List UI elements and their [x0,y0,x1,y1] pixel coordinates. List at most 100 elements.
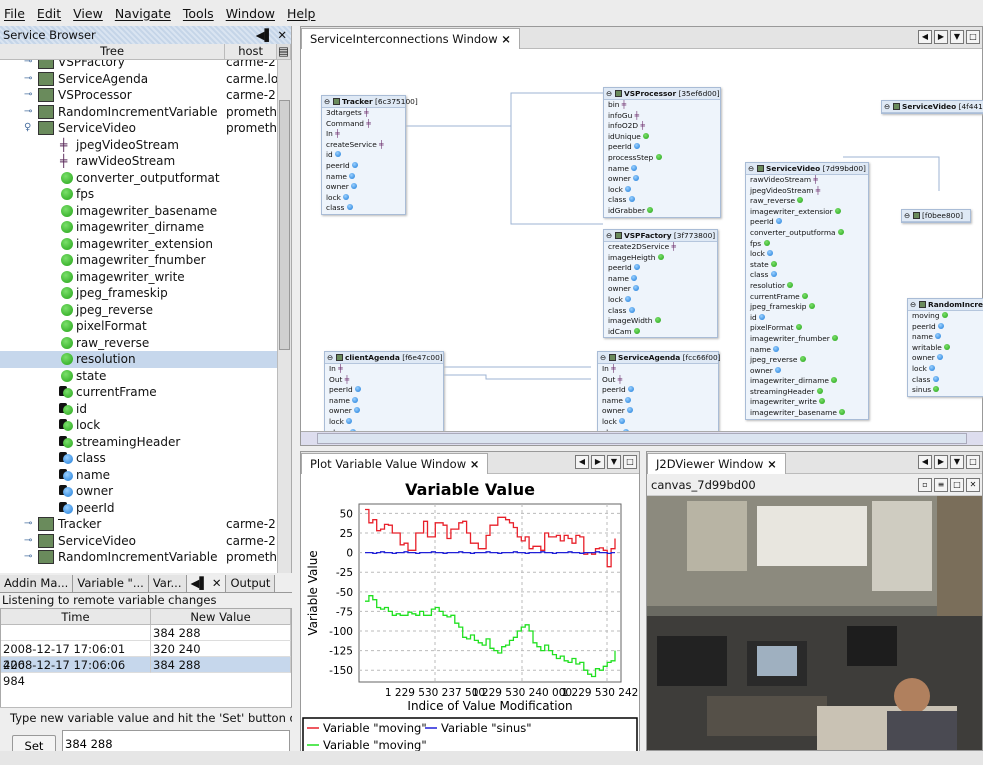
node-field[interactable]: id [746,313,868,324]
tree-row[interactable]: currentFrame [0,384,277,401]
node-field[interactable]: imageWidth [604,316,717,327]
maximize-icon[interactable]: □ [966,30,980,44]
tab-plot[interactable]: Plot Variable Value Window × [301,452,489,474]
expand-toggle-icon[interactable]: ⊸ [24,518,32,529]
node-field[interactable]: idUnique [604,132,720,143]
tab-close-icon[interactable]: × [767,457,777,471]
service-node[interactable]: ⊖ ServiceAgenda [fcc66f00] In ╪ Out ╪ peerId… [597,351,721,440]
tree-row[interactable]: imagewriter_basename [0,203,277,220]
node-field[interactable]: streamingHeader [746,387,868,398]
node-header[interactable]: ⊖ [f0bee800] [902,210,970,222]
menu-help[interactable]: Help [287,6,316,21]
tree-row[interactable]: ╪ rawVideoStream [0,153,277,170]
node-field[interactable]: owner [746,366,868,377]
node-field[interactable]: imageHeigth [604,253,717,264]
iconify-icon[interactable]: ▫ [918,478,932,492]
tree-row[interactable]: streamingHeader [0,434,277,451]
node-collapse-icon[interactable]: ⊖ [606,230,612,242]
node-field[interactable]: imagewriter_dirname [746,376,868,387]
tree-row[interactable]: ⊸ Tracker carme-2... [0,516,277,533]
node-field[interactable]: owner [598,406,718,417]
menu-tools[interactable]: Tools [183,6,214,21]
node-field[interactable]: createService ╪ [322,140,405,151]
node-field[interactable]: peerId [325,385,443,396]
tree-row[interactable]: ⊸ RandomIncrementVariable prometh... [0,104,277,121]
node-header[interactable]: ⊖ ServiceVideo [7d99bd00] [746,163,868,175]
node-field[interactable]: lock [604,185,720,196]
table-row[interactable]: 2008-12-17 17:06:01 426 320 240 [1,641,291,672]
tree-row[interactable]: raw_reverse [0,335,277,352]
node-collapse-icon[interactable]: ⊖ [606,88,612,100]
node-collapse-icon[interactable]: ⊖ [910,299,916,311]
node-field[interactable]: class [604,195,720,206]
tab-close-icon[interactable]: × [470,457,480,471]
tree-scrollbar[interactable] [277,60,291,573]
node-field[interactable]: class [908,375,983,386]
service-node[interactable]: ⊖ ServiceVideo [4f441a0 [881,100,983,114]
node-field[interactable]: In ╪ [322,129,405,140]
node-field[interactable]: peerId [908,322,983,333]
node-field[interactable]: In ╪ [325,364,443,375]
node-field[interactable]: peerId [604,263,717,274]
node-collapse-icon[interactable]: ⊖ [327,352,333,364]
node-field[interactable]: class [604,306,717,317]
node-field[interactable]: 3dtargets ╪ [322,108,405,119]
node-collapse-icon[interactable]: ⊖ [904,210,910,222]
node-field[interactable]: peerId [746,217,868,228]
menu-view[interactable]: View [73,6,103,21]
node-field[interactable]: currentFrame [746,292,868,303]
service-node[interactable]: ⊖ ServiceVideo [7d99bd00] rawVideoStream ╪… [745,162,869,420]
expand-toggle-icon[interactable]: ⊸ [24,89,32,100]
tree-row[interactable]: owner [0,483,277,500]
node-field[interactable]: converter_outputforma [746,228,868,239]
tab-close-icon[interactable]: × [501,32,511,46]
tree-row[interactable]: lock [0,417,277,434]
node-field[interactable]: imagewriter_fnumber [746,334,868,345]
expand-toggle-icon[interactable]: ⊸ [24,106,32,117]
service-node[interactable]: ⊖ VSPFactory [3f773800] create2DService ╪ i… [603,229,718,339]
node-field[interactable]: class [746,270,868,281]
node-collapse-icon[interactable]: ⊖ [748,163,754,175]
node-field[interactable]: name [598,396,718,407]
node-field[interactable]: rawVideoStream ╪ [746,175,868,186]
column-config-icon[interactable]: ▤ [277,44,291,59]
node-field[interactable]: Command ╪ [322,119,405,130]
node-field[interactable]: lock [908,364,983,375]
node-field[interactable]: id [322,150,405,161]
node-field[interactable]: jpegVideoStream ╪ [746,186,868,197]
tree-row[interactable]: ╪ jpegVideoStream [0,137,277,154]
node-field[interactable]: lock [604,295,717,306]
node-header[interactable]: ⊖ ServiceVideo [4f441a0 [882,101,983,113]
expand-toggle-icon[interactable]: ⊸ [24,73,32,84]
node-header[interactable]: ⊖ VSProcessor [35ef6d00] [604,88,720,100]
tab-controls-icon[interactable]: ◀▌ ✕ [186,575,227,592]
table-row[interactable]: 2008-12-17 17:06:06 984 384 288 [1,657,291,688]
tree-row[interactable]: imagewriter_fnumber [0,252,277,269]
node-field[interactable]: peerId [322,161,405,172]
node-collapse-icon[interactable]: ⊖ [324,96,330,108]
node-field[interactable]: idCam [604,327,717,338]
node-field[interactable]: lock [322,193,405,204]
node-field[interactable]: name [604,164,720,175]
node-field[interactable]: Out ╪ [598,375,718,386]
dropdown-icon[interactable]: ▼ [607,455,621,469]
hscroll-thumb[interactable] [317,433,967,444]
tree-row[interactable]: ⊸ VSPFactory carme-2... [0,60,277,71]
menu-edit[interactable]: Edit [37,6,61,21]
node-field[interactable]: imagewriter_write [746,397,868,408]
expand-toggle-icon[interactable]: ⊸ [24,535,32,546]
bottom-tab-3[interactable]: Output [226,575,276,592]
maximize-icon[interactable]: □ [950,478,964,492]
next-icon[interactable]: ▶ [934,30,948,44]
node-field[interactable]: owner [908,353,983,364]
node-field[interactable]: create2DService ╪ [604,242,717,253]
node-field[interactable]: owner [322,182,405,193]
prev-icon[interactable]: ◀ [575,455,589,469]
node-field[interactable]: infoO2D ╪ [604,121,720,132]
node-field[interactable]: writable [908,343,983,354]
prev-icon[interactable]: ◀ [918,30,932,44]
tree-row[interactable]: ⊸ RandomIncrementVariable prometh... [0,549,277,566]
node-header[interactable]: ⊖ Tracker [6c375100] [322,96,418,108]
prev-icon[interactable]: ◀ [918,455,932,469]
tree-row[interactable]: ⊸ ServiceAgenda carme.lo... [0,71,277,88]
